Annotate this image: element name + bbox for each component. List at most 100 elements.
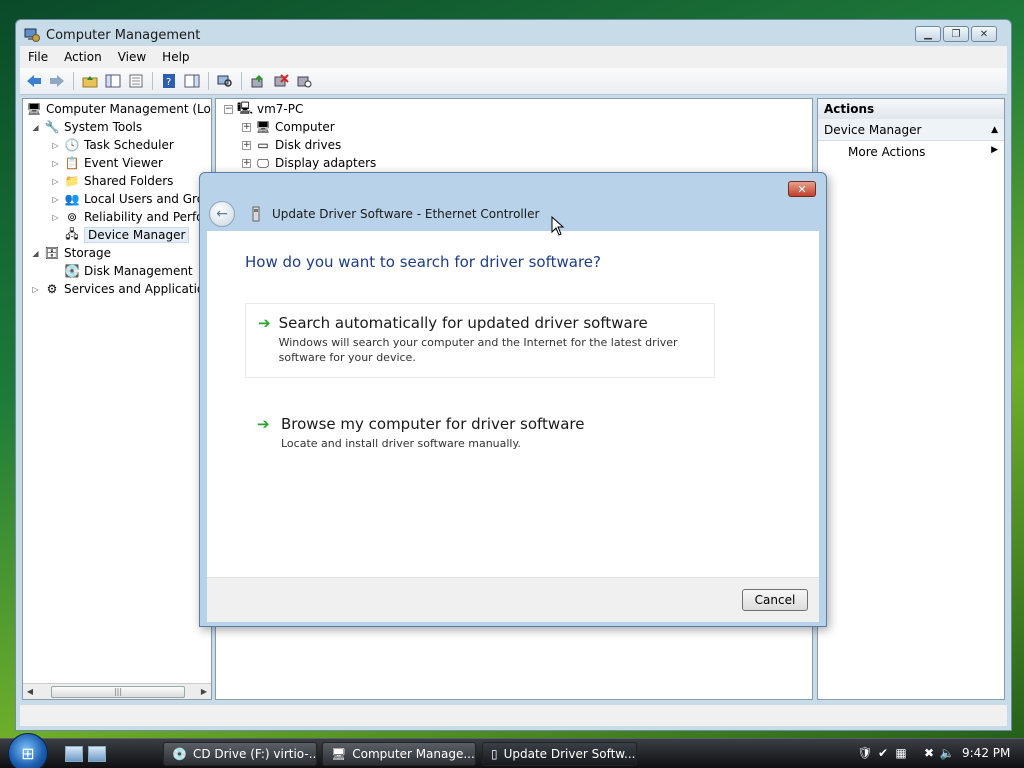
green-arrow-icon: ➔: [257, 415, 270, 433]
help-icon: ?: [163, 74, 175, 88]
actions-header: Actions: [818, 99, 1004, 119]
expand-arrow-icon[interactable]: ▷: [51, 159, 60, 168]
reliability-icon: ⊚: [66, 210, 78, 224]
folder-up-icon: [82, 76, 98, 88]
switch-windows-icon[interactable]: [88, 746, 106, 762]
expand-arrow-icon[interactable]: ▷: [51, 177, 60, 186]
clock-icon: 🕓: [64, 138, 80, 152]
tree-system-tools[interactable]: ◢ 🔧 System Tools: [31, 118, 142, 136]
scroll-left-icon[interactable]: ◀: [23, 687, 37, 696]
display-adapter-icon: 🖵: [257, 155, 269, 170]
tree-services[interactable]: ▷ ⚙ Services and Applications: [31, 280, 211, 298]
menu-view[interactable]: View: [110, 50, 154, 64]
option-description: Locate and install driver software manua…: [281, 437, 521, 450]
dialog-close-button[interactable]: ✕: [788, 181, 816, 197]
event-viewer-icon: 📋: [64, 156, 80, 170]
scroll-thumb[interactable]: |||: [51, 685, 185, 698]
mouse-cursor-icon: [551, 216, 565, 236]
dialog-body: How do you want to search for driver sof…: [207, 231, 819, 577]
uninstall-button[interactable]: [271, 71, 291, 91]
storage-icon: 🗄: [44, 246, 60, 260]
disable-button[interactable]: [294, 71, 314, 91]
cd-drive-icon: 💿: [172, 747, 187, 761]
ethernet-device-icon: ▯: [491, 747, 498, 761]
option-description: Windows will search your computer and th…: [278, 336, 678, 364]
restore-icon: ❐: [951, 28, 961, 40]
computer-management-icon: 🖥: [331, 747, 347, 761]
menu-action[interactable]: Action: [56, 50, 110, 64]
collapse-arrow-icon[interactable]: ◢: [31, 123, 40, 132]
device-disk-drives[interactable]: + ▭ Disk drives: [242, 136, 341, 154]
tree-shared-folders[interactable]: ▷ 📁 Shared Folders: [51, 172, 173, 190]
svg-text:?: ?: [166, 77, 171, 88]
up-level-button[interactable]: [80, 71, 100, 91]
scan-hardware-button[interactable]: [215, 71, 235, 91]
tree-storage[interactable]: ◢ 🗄 Storage: [31, 244, 111, 262]
tree-device-manager[interactable]: 🖧 Device Manager: [64, 226, 190, 244]
tree-root[interactable]: 🖥 Computer Management (Local: [26, 100, 211, 118]
taskbar-item-update-driver[interactable]: ▯ Update Driver Softw...: [482, 742, 637, 766]
taskbar-item-computer-management[interactable]: 🖥 Computer Manage...: [322, 742, 476, 766]
expand-box-icon[interactable]: +: [242, 122, 251, 132]
browse-computer-option[interactable]: ➔ Browse my computer for driver software…: [245, 405, 715, 463]
search-automatically-option[interactable]: ➔ Search automatically for updated drive…: [245, 303, 715, 378]
security-shield-icon[interactable]: 🛡: [857, 745, 872, 761]
menu-help[interactable]: Help: [154, 50, 197, 64]
shared-folder-icon: 📁: [64, 174, 80, 188]
disk-management-icon: 💽: [64, 264, 80, 278]
minimize-button[interactable]: ▁: [915, 26, 941, 42]
option-title: Browse my computer for driver software: [281, 415, 585, 433]
services-icon: ⚙: [46, 282, 58, 296]
update-driver-button[interactable]: [248, 71, 268, 91]
network-tray-icon[interactable]: ▦: [894, 745, 908, 761]
taskbar: ⊞ 💿 CD Drive (F:) virtio-... 🖥 Computer …: [0, 733, 1024, 768]
computer-management-icon: 🖥: [26, 102, 42, 116]
properties-view-button[interactable]: [126, 71, 146, 91]
network-disconnected-icon[interactable]: ✖: [922, 745, 936, 761]
device-display-adapters[interactable]: + 🖵 Display adapters: [242, 154, 376, 172]
dialog-back-button[interactable]: ←: [209, 201, 235, 227]
scroll-right-icon[interactable]: ▶: [197, 687, 211, 696]
cancel-button[interactable]: Cancel: [742, 589, 808, 611]
expand-box-icon[interactable]: +: [242, 158, 251, 168]
volume-muted-icon[interactable]: 🔈: [940, 745, 955, 761]
tree-task-scheduler[interactable]: ▷ 🕓 Task Scheduler: [51, 136, 173, 154]
console-tree-pane[interactable]: 🖥 Computer Management (Local ◢ 🔧 System …: [22, 98, 212, 700]
users-icon: 👥: [64, 192, 80, 206]
maximize-button[interactable]: ❐: [943, 26, 969, 42]
close-button[interactable]: ✕: [971, 26, 997, 42]
actions-pane: Actions Device Manager ▲ More Actions ▶: [817, 98, 1005, 700]
help-button[interactable]: ?: [159, 71, 179, 91]
collapse-arrow-icon[interactable]: ◢: [31, 249, 40, 258]
actions-section-device-manager[interactable]: Device Manager ▲: [818, 119, 1004, 141]
more-actions-item[interactable]: More Actions ▶: [848, 145, 998, 159]
disk-drive-icon: ▭: [257, 138, 269, 152]
expand-arrow-icon[interactable]: ▷: [51, 213, 60, 222]
show-action-pane-button[interactable]: [182, 71, 202, 91]
taskbar-item-cd-drive[interactable]: 💿 CD Drive (F:) virtio-...: [163, 742, 317, 766]
show-desktop-icon[interactable]: [65, 746, 83, 762]
forward-button[interactable]: [47, 71, 67, 91]
expand-arrow-icon[interactable]: ▷: [31, 285, 40, 294]
back-button[interactable]: [24, 71, 44, 91]
green-arrow-icon: ➔: [258, 314, 271, 332]
expand-arrow-icon[interactable]: ▷: [51, 141, 60, 150]
expand-box-icon[interactable]: +: [242, 140, 251, 150]
tree-local-users[interactable]: ▷ 👥 Local Users and Group: [51, 190, 211, 208]
safe-remove-icon[interactable]: ✔: [876, 745, 890, 761]
action-pane-icon: [184, 74, 200, 88]
start-button[interactable]: ⊞: [8, 733, 48, 768]
collapse-box-icon[interactable]: −: [224, 104, 233, 114]
tree-reliability[interactable]: ▷ ⊚ Reliability and Perform: [51, 208, 211, 226]
show-hide-tree-button[interactable]: [103, 71, 123, 91]
tree-disk-management[interactable]: 💽 Disk Management: [64, 262, 193, 280]
collapse-up-icon[interactable]: ▲: [991, 119, 998, 141]
device-root[interactable]: − 🖳 vm7-PC: [224, 100, 303, 118]
dialog-title: Update Driver Software - Ethernet Contro…: [272, 207, 540, 221]
device-computer[interactable]: + 🖥 Computer: [242, 118, 335, 136]
expand-arrow-icon[interactable]: ▷: [51, 195, 60, 204]
tree-event-viewer[interactable]: ▷ 📋 Event Viewer: [51, 154, 163, 172]
horizontal-scrollbar[interactable]: ◀ ||| ▶: [23, 683, 211, 699]
menu-file[interactable]: File: [20, 50, 56, 64]
clock[interactable]: 9:42 PM: [962, 746, 1010, 760]
